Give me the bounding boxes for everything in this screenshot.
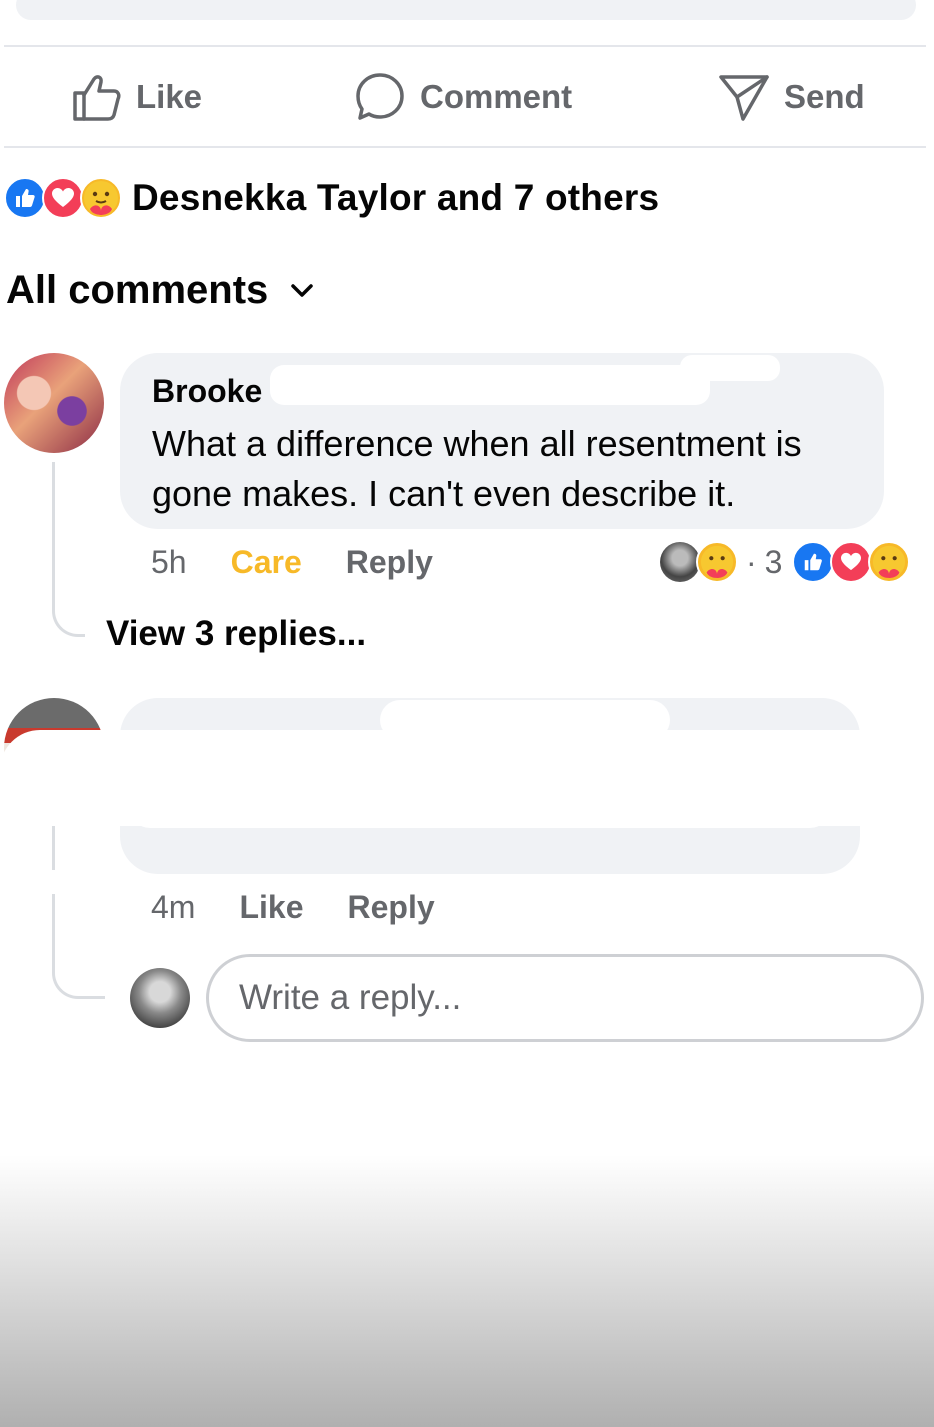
comment-icon <box>356 73 404 120</box>
comment-actions: 5h Care Reply <box>151 540 433 584</box>
send-button[interactable]: Send <box>718 70 865 124</box>
like-icon <box>792 541 835 583</box>
redaction <box>130 788 830 828</box>
reaction-count: 3 <box>764 543 783 580</box>
care-reaction-button[interactable]: Care <box>231 544 302 581</box>
care-icon <box>696 541 738 583</box>
comment-button[interactable]: Comment <box>354 70 572 124</box>
like-button[interactable]: Like <box>70 70 202 124</box>
chevron-down-icon <box>291 283 314 297</box>
love-icon <box>830 541 873 583</box>
reactions-summary[interactable]: Desnekka Taylor and 7 others <box>4 174 659 222</box>
avatar[interactable] <box>4 353 104 453</box>
separator-dot: · <box>746 543 757 580</box>
divider <box>4 146 926 148</box>
reply-button[interactable]: Reply <box>346 544 433 581</box>
care-icon <box>868 541 911 583</box>
like-label: Like <box>136 78 203 115</box>
comment-author[interactable]: Brooke <box>152 373 262 410</box>
view-replies-link[interactable]: View 3 replies... <box>106 614 366 654</box>
comment-actions: 4m Like Reply <box>151 885 435 929</box>
divider <box>4 45 926 47</box>
reply-input[interactable]: Write a reply... <box>206 954 924 1042</box>
reactors-names: Desnekka Taylor and 7 others <box>132 177 660 218</box>
thumbs-up-icon <box>73 75 121 121</box>
redaction <box>270 365 710 405</box>
care-icon <box>80 177 122 219</box>
bottom-gradient-overlay <box>0 1155 934 1427</box>
reply-button[interactable]: Reply <box>347 889 434 926</box>
redaction <box>380 700 670 740</box>
comment-filter-dropdown[interactable]: All comments <box>6 268 314 313</box>
comment-timestamp[interactable]: 4m <box>151 889 195 926</box>
redaction <box>680 355 780 381</box>
comment-bubble[interactable]: Brooke What a difference when all resent… <box>120 353 884 529</box>
thread-line <box>52 462 85 637</box>
comment-filter-label: All comments <box>6 268 269 312</box>
send-icon <box>719 75 769 121</box>
like-icon <box>4 177 46 219</box>
love-icon <box>42 177 84 219</box>
user-avatar[interactable] <box>130 968 190 1028</box>
comment-label: Comment <box>420 78 573 115</box>
reactor-avatar <box>660 542 700 582</box>
comment-text: What a difference when all resentment is… <box>152 423 802 514</box>
send-label: Send <box>784 78 865 115</box>
reply-placeholder: Write a reply... <box>239 978 462 1017</box>
comment-reactions[interactable]: · 3 <box>660 540 911 584</box>
like-button[interactable]: Like <box>239 889 303 926</box>
thread-line <box>52 894 105 999</box>
comment-timestamp[interactable]: 5h <box>151 544 187 581</box>
previous-comment-box <box>16 0 916 20</box>
